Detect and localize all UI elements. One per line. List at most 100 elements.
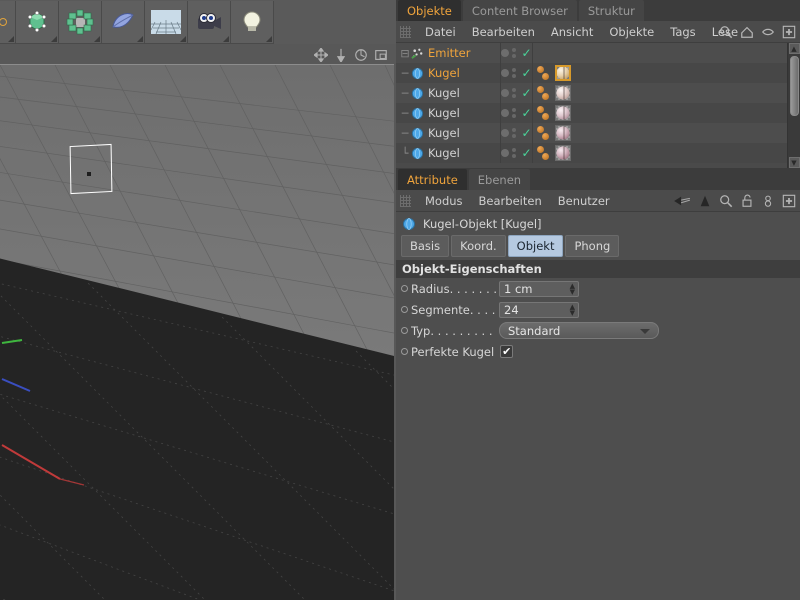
back-arrow-icon[interactable] [673, 194, 691, 208]
render-dots[interactable] [512, 148, 517, 158]
scroll-up-arrow[interactable]: ▲ [788, 43, 800, 54]
menu-benutzer[interactable]: Benutzer [550, 190, 618, 212]
tab-ebenen[interactable]: Ebenen [468, 169, 531, 190]
row-name-cell[interactable]: ⊟ Emitter [396, 43, 500, 63]
menu-bearbeiten[interactable]: Bearbeiten [471, 190, 550, 212]
table-row[interactable]: ─ Kugel ✓ [396, 83, 800, 103]
tag-cell[interactable] [532, 123, 800, 143]
enabled-check-icon[interactable]: ✓ [521, 67, 531, 79]
enabled-check-icon[interactable]: ✓ [521, 47, 531, 59]
add-box-icon[interactable] [782, 194, 796, 208]
render-dots[interactable] [512, 48, 517, 58]
visibility-dot[interactable] [501, 89, 510, 97]
visibility-dot[interactable] [501, 129, 510, 137]
menu-ansicht[interactable]: Ansicht [543, 21, 601, 43]
tool-button-polygon-mode[interactable] [59, 0, 102, 44]
eye-icon[interactable] [761, 25, 775, 39]
animate-bullet-icon[interactable] [401, 285, 408, 292]
spinner-arrows[interactable]: ▲ ▼ [570, 282, 575, 295]
link-icon[interactable] [761, 194, 775, 208]
tab-objekt[interactable]: Objekt [507, 235, 564, 257]
typ-dropdown[interactable]: Standard [499, 322, 659, 339]
forward-arrow-icon[interactable] [698, 194, 712, 208]
object-manager-tree[interactable]: ⊟ Emitter ✓ ─ Kugel ✓ ─ Kugel ✓ ─ Kugel … [396, 43, 800, 168]
material-thumbnail[interactable] [555, 65, 571, 81]
scroll-down-arrow[interactable]: ▼ [788, 157, 800, 168]
segmente-input[interactable]: 24 ▲ ▼ [499, 301, 579, 318]
visibility-cell[interactable]: ✓ [500, 43, 532, 63]
row-name-cell[interactable]: └ Kugel [396, 143, 500, 163]
menu-tags[interactable]: Tags [662, 21, 703, 43]
panel-grip-icon[interactable] [400, 25, 411, 38]
visibility-dot[interactable] [501, 69, 510, 77]
search-icon[interactable] [719, 25, 733, 39]
visibility-cell[interactable]: ✓ [500, 123, 532, 143]
table-row[interactable]: ─ Kugel ✓ [396, 123, 800, 143]
viewport-3d[interactable] [0, 64, 394, 600]
expand-toggle-icon[interactable]: ⊟ [400, 47, 410, 60]
menu-datei[interactable]: Datei [417, 21, 464, 43]
row-name-cell[interactable]: ─ Kugel [396, 63, 500, 83]
material-thumbnail[interactable] [555, 145, 571, 161]
material-thumbnail[interactable] [555, 85, 571, 101]
render-dots[interactable] [512, 128, 517, 138]
scrollbar-thumb[interactable] [789, 56, 799, 116]
tag-cell[interactable] [532, 43, 800, 63]
enabled-check-icon[interactable]: ✓ [521, 127, 531, 139]
tag-cell[interactable] [532, 143, 800, 163]
menu-modus[interactable]: Modus [417, 190, 471, 212]
move-icon[interactable] [314, 48, 328, 62]
render-dots[interactable] [512, 88, 517, 98]
visibility-cell[interactable]: ✓ [500, 143, 532, 163]
tag-icons[interactable] [537, 85, 552, 101]
visibility-dot[interactable] [501, 149, 510, 157]
tab-objekte[interactable]: Objekte [398, 0, 461, 21]
menu-bearbeiten[interactable]: Bearbeiten [464, 21, 543, 43]
tool-button-partial[interactable] [0, 0, 16, 44]
tab-basis[interactable]: Basis [401, 235, 450, 257]
tool-button-model-mode[interactable] [16, 0, 59, 44]
visibility-dot[interactable] [501, 49, 510, 57]
tag-icons[interactable] [537, 65, 552, 81]
scale-icon[interactable] [334, 48, 348, 62]
menu-objekte[interactable]: Objekte [601, 21, 662, 43]
tag-icons[interactable] [537, 145, 552, 161]
material-thumbnail[interactable] [555, 125, 571, 141]
table-row[interactable]: ⊟ Emitter ✓ [396, 43, 800, 63]
lock-open-icon[interactable] [740, 194, 754, 208]
animate-bullet-icon[interactable] [401, 327, 408, 334]
tool-button-grid-plane[interactable] [145, 0, 188, 44]
radius-input[interactable]: 1 cm ▲ ▼ [499, 280, 579, 297]
panel-grip-icon[interactable] [400, 194, 411, 207]
tab-struktur[interactable]: Struktur [578, 0, 644, 21]
row-name-cell[interactable]: ─ Kugel [396, 83, 500, 103]
tab-attribute[interactable]: Attribute [398, 169, 467, 190]
visibility-cell[interactable]: ✓ [500, 103, 532, 123]
tag-icons[interactable] [537, 125, 552, 141]
spinner-arrows[interactable]: ▲ ▼ [570, 303, 575, 316]
rotate-icon[interactable] [354, 48, 368, 62]
tag-icons[interactable] [537, 105, 552, 121]
tag-cell[interactable] [532, 103, 800, 123]
visibility-cell[interactable]: ✓ [500, 63, 532, 83]
render-dots[interactable] [512, 108, 517, 118]
row-name-cell[interactable]: ─ Kugel [396, 123, 500, 143]
tag-cell[interactable] [532, 83, 800, 103]
add-box-icon[interactable] [782, 25, 796, 39]
animate-bullet-icon[interactable] [401, 306, 408, 313]
table-row[interactable]: ─ Kugel ✓ [396, 103, 800, 123]
home-icon[interactable] [740, 25, 754, 39]
enabled-check-icon[interactable]: ✓ [521, 107, 531, 119]
object-manager-scrollbar[interactable]: ▲ ▼ [787, 43, 800, 168]
search-icon[interactable] [719, 194, 733, 208]
render-dots[interactable] [512, 68, 517, 78]
animate-bullet-icon[interactable] [401, 348, 408, 355]
tool-button-camera[interactable] [188, 0, 231, 44]
enabled-check-icon[interactable]: ✓ [521, 147, 531, 159]
tab-koord[interactable]: Koord. [451, 235, 506, 257]
perfekte-kugel-checkbox[interactable]: ✔ [500, 345, 514, 358]
table-row[interactable]: └ Kugel ✓ [396, 143, 800, 163]
material-thumbnail[interactable] [555, 105, 571, 121]
tab-phong[interactable]: Phong [565, 235, 620, 257]
visibility-dot[interactable] [501, 109, 510, 117]
